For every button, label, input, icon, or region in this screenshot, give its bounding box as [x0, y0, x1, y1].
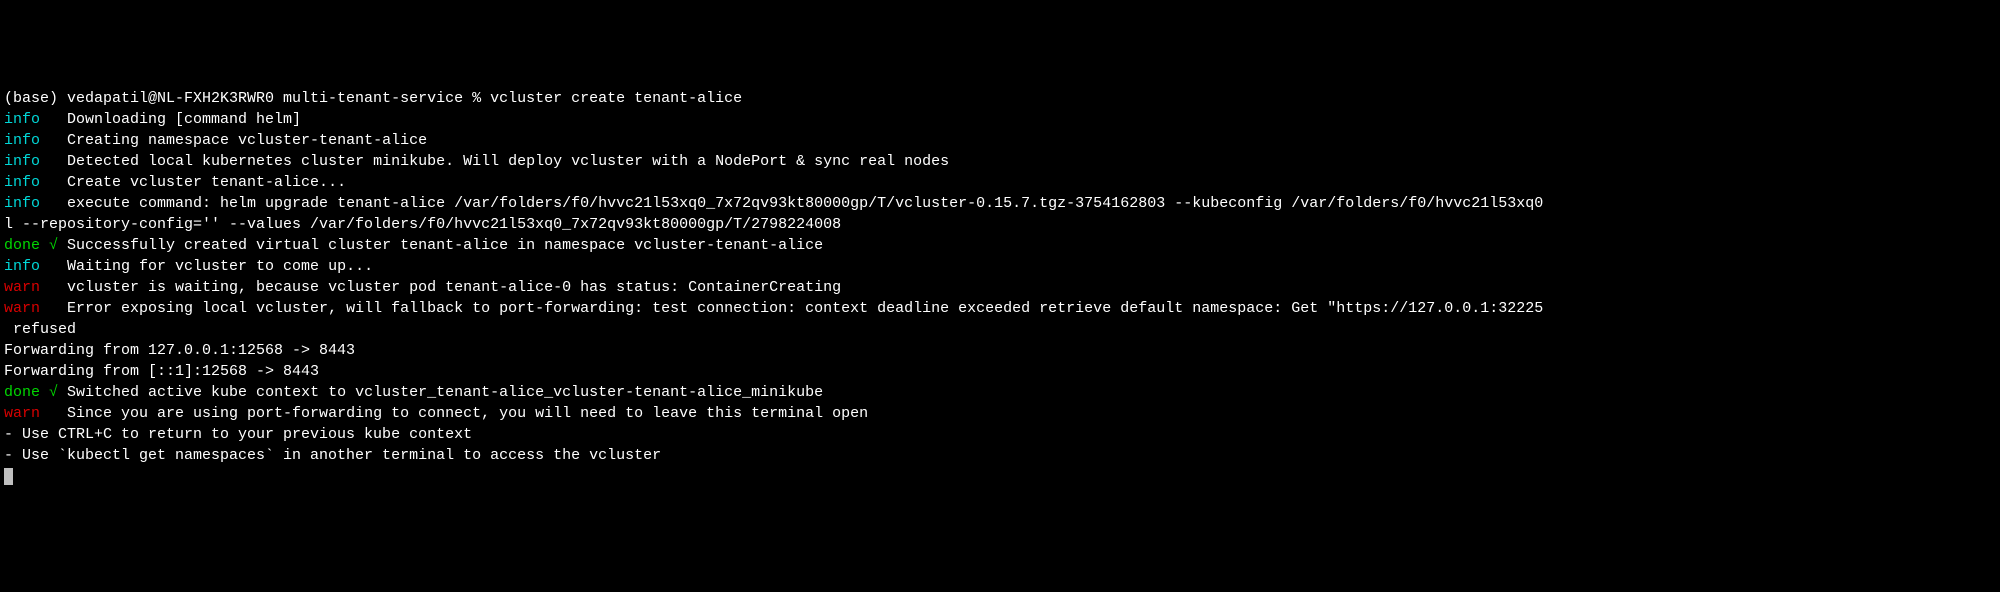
terminal-text: execute command: helm upgrade tenant-ali…: [40, 195, 1543, 212]
terminal-line: done √ Switched active kube context to v…: [4, 382, 1996, 403]
info-label: info: [4, 132, 40, 149]
terminal-line: (base) vedapatil@NL-FXH2K3RWR0 multi-ten…: [4, 88, 1996, 109]
terminal-text: - Use CTRL+C to return to your previous …: [4, 426, 472, 443]
terminal-line: info Detected local kubernetes cluster m…: [4, 151, 1996, 172]
terminal-text: vcluster is waiting, because vcluster po…: [40, 279, 841, 296]
terminal-line: Forwarding from [::1]:12568 -> 8443: [4, 361, 1996, 382]
terminal-line: refused: [4, 319, 1996, 340]
done-label: done: [4, 237, 40, 254]
terminal-line: - Use `kubectl get namespaces` in anothe…: [4, 445, 1996, 466]
info-label: info: [4, 111, 40, 128]
terminal-text: Error exposing local vcluster, will fall…: [40, 300, 1543, 317]
terminal-text: Forwarding from 127.0.0.1:12568 -> 8443: [4, 342, 355, 359]
terminal-line: done √ Successfully created virtual clus…: [4, 235, 1996, 256]
terminal-text: refused: [4, 321, 76, 338]
terminal-text: Creating namespace vcluster-tenant-alice: [40, 132, 427, 149]
warn-label: warn: [4, 279, 40, 296]
cursor-icon: [4, 468, 13, 485]
terminal-text: l --repository-config='' --values /var/f…: [4, 216, 841, 233]
terminal-output: (base) vedapatil@NL-FXH2K3RWR0 multi-ten…: [4, 88, 1996, 487]
info-label: info: [4, 174, 40, 191]
terminal-text: Since you are using port-forwarding to c…: [40, 405, 868, 422]
terminal-text: Forwarding from [::1]:12568 -> 8443: [4, 363, 319, 380]
terminal-text: - Use `kubectl get namespaces` in anothe…: [4, 447, 661, 464]
info-label: info: [4, 258, 40, 275]
terminal-line: info Creating namespace vcluster-tenant-…: [4, 130, 1996, 151]
check-icon: √: [40, 384, 67, 401]
terminal-text: Downloading [command helm]: [40, 111, 301, 128]
terminal-line: info Downloading [command helm]: [4, 109, 1996, 130]
terminal-line: Forwarding from 127.0.0.1:12568 -> 8443: [4, 340, 1996, 361]
terminal-line: l --repository-config='' --values /var/f…: [4, 214, 1996, 235]
terminal-line: warn Error exposing local vcluster, will…: [4, 298, 1996, 319]
terminal-line: info Waiting for vcluster to come up...: [4, 256, 1996, 277]
warn-label: warn: [4, 300, 40, 317]
terminal-line: - Use CTRL+C to return to your previous …: [4, 424, 1996, 445]
terminal-text: Detected local kubernetes cluster miniku…: [40, 153, 949, 170]
terminal-text: (base) vedapatil@NL-FXH2K3RWR0 multi-ten…: [4, 90, 742, 107]
warn-label: warn: [4, 405, 40, 422]
info-label: info: [4, 195, 40, 212]
check-icon: √: [40, 237, 67, 254]
terminal-text: Waiting for vcluster to come up...: [40, 258, 373, 275]
terminal-line: warn vcluster is waiting, because vclust…: [4, 277, 1996, 298]
terminal-text: Create vcluster tenant-alice...: [40, 174, 346, 191]
terminal-text: Switched active kube context to vcluster…: [67, 384, 823, 401]
terminal-line: warn Since you are using port-forwarding…: [4, 403, 1996, 424]
terminal-text: Successfully created virtual cluster ten…: [67, 237, 823, 254]
info-label: info: [4, 153, 40, 170]
done-label: done: [4, 384, 40, 401]
terminal-line: info Create vcluster tenant-alice...: [4, 172, 1996, 193]
cursor-line: [4, 466, 1996, 487]
terminal-line: info execute command: helm upgrade tenan…: [4, 193, 1996, 214]
